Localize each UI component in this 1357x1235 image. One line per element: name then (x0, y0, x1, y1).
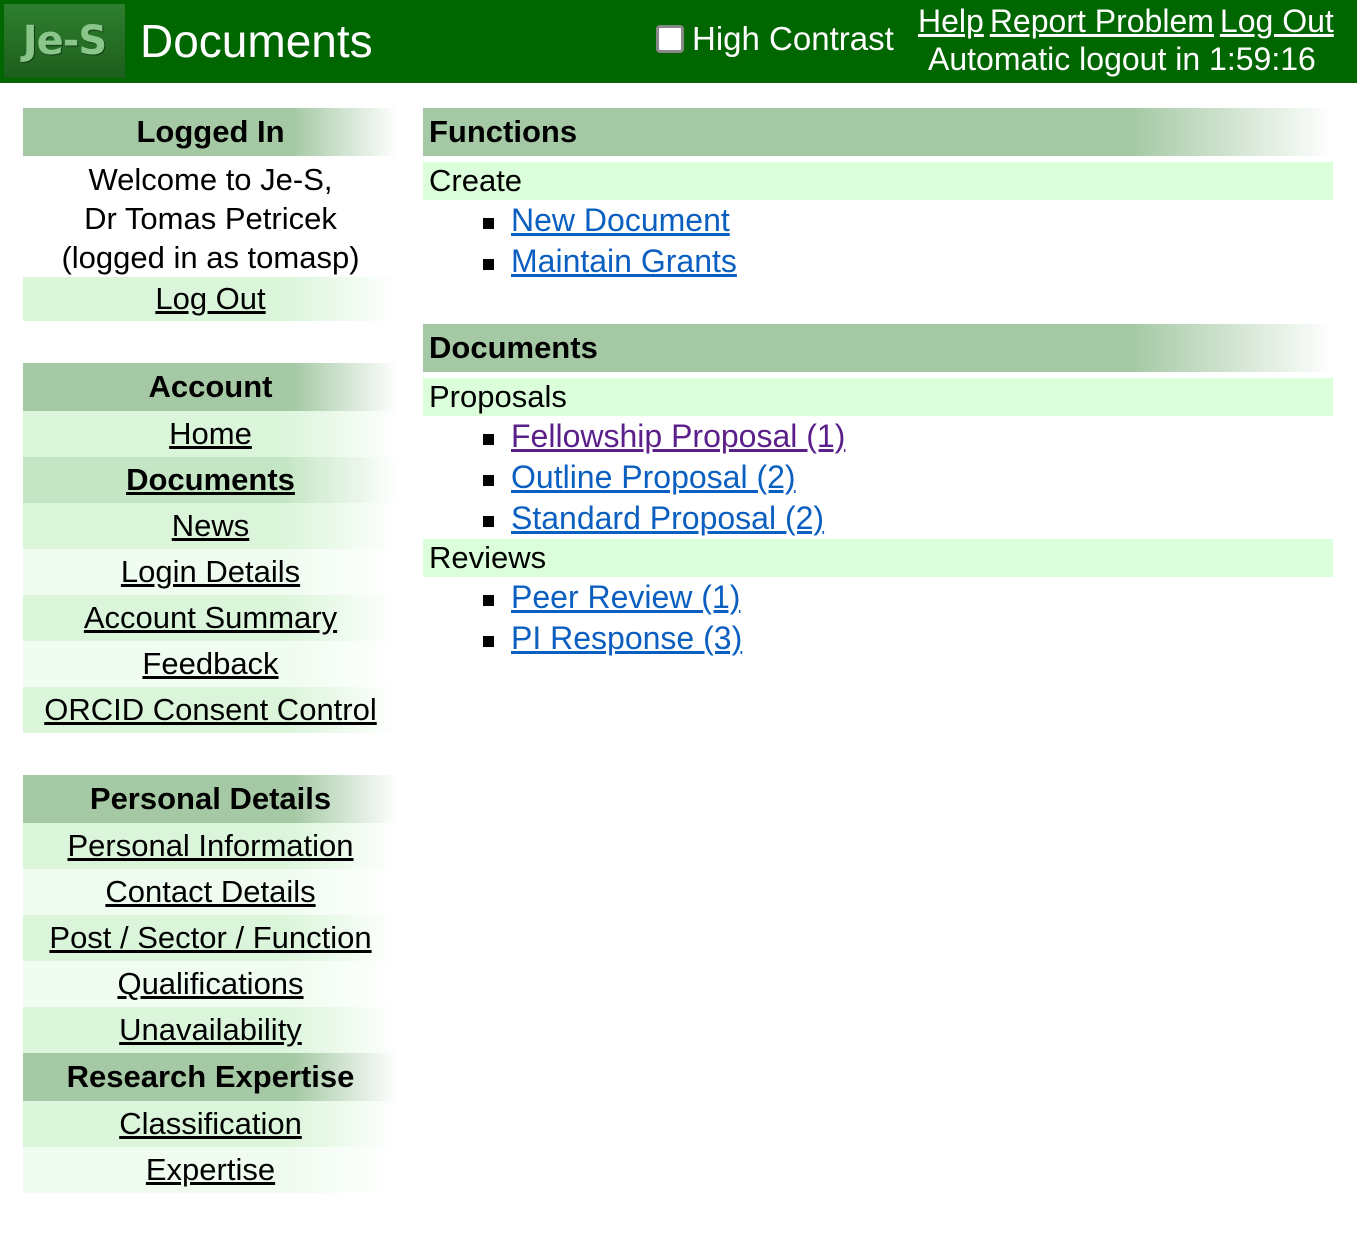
documents-link[interactable]: Documents (126, 462, 295, 497)
sidebar-item-documents[interactable]: Documents (23, 457, 398, 503)
header-log-out-link[interactable]: Log Out (1220, 3, 1334, 39)
create-links: New Document Maintain Grants (423, 200, 1333, 282)
user-name: Dr Tomas Petricek (84, 201, 337, 236)
logged-in-heading: Logged In (23, 108, 398, 156)
new-document-link[interactable]: New Document (511, 202, 730, 238)
reviews-subheading: Reviews (423, 539, 1333, 577)
page-title: Documents (140, 15, 373, 67)
sidebar-item-login-details[interactable]: Login Details (23, 549, 398, 595)
documents-heading: Documents (423, 324, 1333, 372)
sidebar-item-unavailability[interactable]: Unavailability (23, 1007, 398, 1053)
sidebar-item-expertise[interactable]: Expertise (23, 1147, 398, 1193)
research-expertise-heading: Research Expertise (23, 1053, 398, 1101)
documents-section: Documents Proposals Fellowship Proposal … (423, 324, 1333, 659)
fellowship-proposal-link[interactable]: Fellowship Proposal (1) (511, 418, 845, 454)
list-item: Fellowship Proposal (1) (483, 416, 1333, 457)
proposals-subheading: Proposals (423, 378, 1333, 416)
maintain-grants-link[interactable]: Maintain Grants (511, 243, 737, 279)
functions-heading: Functions (423, 108, 1333, 156)
home-link[interactable]: Home (169, 416, 252, 451)
reviews-links: Peer Review (1) PI Response (3) (423, 577, 1333, 659)
list-item: Peer Review (1) (483, 577, 1333, 618)
welcome-line: Welcome to Je-S, (88, 162, 333, 197)
help-link[interactable]: Help (918, 3, 984, 39)
news-link[interactable]: News (172, 508, 250, 543)
post-sector-function-link[interactable]: Post / Sector / Function (49, 920, 371, 955)
sidebar-item-qualifications[interactable]: Qualifications (23, 961, 398, 1007)
logo-text: Je-S (22, 18, 107, 64)
sidebar-item-contact-details[interactable]: Contact Details (23, 869, 398, 915)
sidebar-item-feedback[interactable]: Feedback (23, 641, 398, 687)
auto-logout-timer: Automatic logout in 1:59:16 (928, 41, 1316, 77)
top-header: Je-S Documents High Contrast Help Report … (0, 0, 1357, 83)
welcome-message: Welcome to Je-S, Dr Tomas Petricek (logg… (23, 156, 398, 277)
account-panel: Account Home Documents News Login Detail… (23, 363, 398, 733)
report-problem-link[interactable]: Report Problem (990, 3, 1214, 39)
high-contrast-label: High Contrast (692, 20, 894, 57)
logged-in-panel: Logged In Welcome to Je-S, Dr Tomas Petr… (23, 108, 398, 321)
pi-response-link[interactable]: PI Response (3) (511, 620, 742, 656)
expertise-link[interactable]: Expertise (146, 1152, 275, 1187)
list-item: PI Response (3) (483, 618, 1333, 659)
sidebar-item-classification[interactable]: Classification (23, 1101, 398, 1147)
contact-details-link[interactable]: Contact Details (105, 874, 315, 909)
list-item: New Document (483, 200, 1333, 241)
proposals-links: Fellowship Proposal (1) Outline Proposal… (423, 416, 1333, 539)
qualifications-link[interactable]: Qualifications (117, 966, 303, 1001)
login-details-link[interactable]: Login Details (121, 554, 300, 589)
peer-review-link[interactable]: Peer Review (1) (511, 579, 740, 615)
unavailability-link[interactable]: Unavailability (119, 1012, 302, 1047)
personal-details-heading: Personal Details (23, 775, 398, 823)
main-content: Functions Create New Document Maintain G… (423, 108, 1333, 701)
outline-proposal-link[interactable]: Outline Proposal (2) (511, 459, 796, 495)
account-heading: Account (23, 363, 398, 411)
sidebar-item-post-sector-function[interactable]: Post / Sector / Function (23, 915, 398, 961)
list-item: Outline Proposal (2) (483, 457, 1333, 498)
sidebar-item-news[interactable]: News (23, 503, 398, 549)
functions-section: Functions Create New Document Maintain G… (423, 108, 1333, 282)
sidebar-item-log-out[interactable]: Log Out (23, 277, 398, 321)
high-contrast-checkbox[interactable] (656, 25, 684, 53)
sidebar-item-account-summary[interactable]: Account Summary (23, 595, 398, 641)
sidebar-item-home[interactable]: Home (23, 411, 398, 457)
classification-link[interactable]: Classification (119, 1106, 302, 1141)
personal-details-panel: Personal Details Personal Information Co… (23, 775, 398, 1193)
sidebar-item-orcid-consent[interactable]: ORCID Consent Control (23, 687, 398, 733)
sidebar-item-personal-information[interactable]: Personal Information (23, 823, 398, 869)
username-note: (logged in as tomasp) (61, 240, 360, 275)
standard-proposal-link[interactable]: Standard Proposal (2) (511, 500, 824, 536)
sidebar: Logged In Welcome to Je-S, Dr Tomas Petr… (23, 108, 398, 1235)
feedback-link[interactable]: Feedback (142, 646, 278, 681)
list-item: Standard Proposal (2) (483, 498, 1333, 539)
personal-information-link[interactable]: Personal Information (67, 828, 353, 863)
sidebar-log-out-link[interactable]: Log Out (155, 281, 265, 316)
account-summary-link[interactable]: Account Summary (84, 600, 337, 635)
list-item: Maintain Grants (483, 241, 1333, 282)
orcid-consent-link[interactable]: ORCID Consent Control (44, 692, 377, 727)
top-links: Help Report Problem Log Out (918, 3, 1334, 40)
je-s-logo[interactable]: Je-S (4, 4, 125, 78)
high-contrast-toggle[interactable]: High Contrast (656, 20, 894, 58)
create-subheading: Create (423, 162, 1333, 200)
